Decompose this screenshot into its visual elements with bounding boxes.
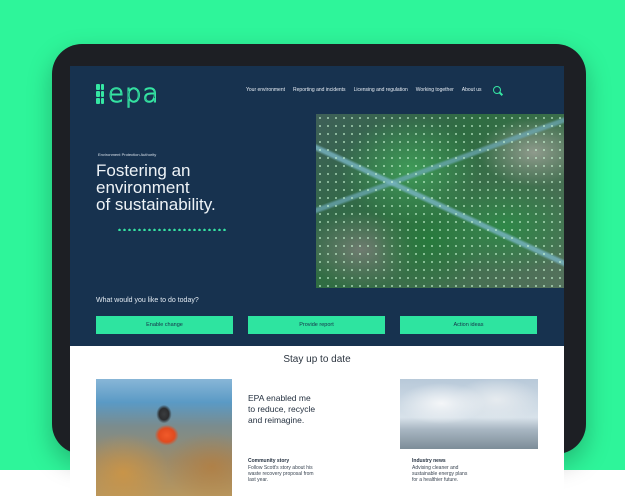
logo-text: epa bbox=[107, 79, 160, 110]
card-quote: EPA enabled me to reduce, recycle and re… bbox=[248, 393, 368, 426]
dotted-underline bbox=[117, 228, 227, 231]
epa-logo[interactable]: epa bbox=[96, 79, 160, 110]
action-buttons: Enable change Provide report Action idea… bbox=[96, 316, 537, 334]
aerial-landscape-image bbox=[316, 114, 564, 288]
news-line-3: for a healthier future. bbox=[412, 477, 459, 483]
diver-photo bbox=[96, 379, 232, 496]
nav-item-working-together[interactable]: Working together bbox=[416, 87, 454, 93]
search-icon[interactable] bbox=[492, 86, 501, 94]
industry-news-title: Industry news bbox=[412, 458, 446, 464]
quote-line-1: EPA enabled me bbox=[248, 393, 311, 403]
story-line-3: last year. bbox=[248, 477, 269, 483]
headline-line-2: environment bbox=[96, 178, 190, 197]
provide-report-button[interactable]: Provide report bbox=[248, 316, 385, 334]
quote-line-2: to reduce, recycle bbox=[248, 404, 316, 414]
community-story-card[interactable]: EPA enabled me to reduce, recycle and re… bbox=[96, 379, 385, 496]
nav-item-reporting[interactable]: Reporting and incidents bbox=[293, 87, 346, 93]
story-body: Follow Scott's story about his waste rec… bbox=[248, 465, 368, 483]
quote-line-3: and reimagine. bbox=[248, 415, 305, 425]
action-ideas-button[interactable]: Action ideas bbox=[400, 316, 537, 334]
hero-section: epa Your environment Reporting and incid… bbox=[70, 66, 564, 346]
website-screen: epa Your environment Reporting and incid… bbox=[70, 66, 564, 496]
sky-photo bbox=[400, 379, 538, 449]
agency-label: Environment Protection Authority bbox=[98, 152, 157, 157]
hero-question: What would you like to do today? bbox=[96, 297, 199, 304]
logo-mark-icon bbox=[96, 84, 104, 104]
section-title: Stay up to date bbox=[283, 354, 351, 365]
main-nav: Your environment Reporting and incidents… bbox=[246, 86, 501, 94]
industry-news-body: Advising cleaner and sustainable energy … bbox=[412, 465, 530, 483]
headline-line-1: Fostering an bbox=[96, 161, 191, 180]
nav-item-your-environment[interactable]: Your environment bbox=[246, 87, 285, 93]
enable-change-button[interactable]: Enable change bbox=[96, 316, 233, 334]
nav-item-licensing[interactable]: Licensing and regulation bbox=[354, 87, 408, 93]
nav-item-about-us[interactable]: About us bbox=[462, 87, 482, 93]
industry-news-card[interactable]: Industry news Advising cleaner and susta… bbox=[400, 379, 538, 496]
hero-headline: Fostering an environment of sustainabili… bbox=[96, 162, 276, 213]
headline-line-3: of sustainability. bbox=[96, 195, 216, 214]
story-title: Community story bbox=[248, 458, 290, 464]
